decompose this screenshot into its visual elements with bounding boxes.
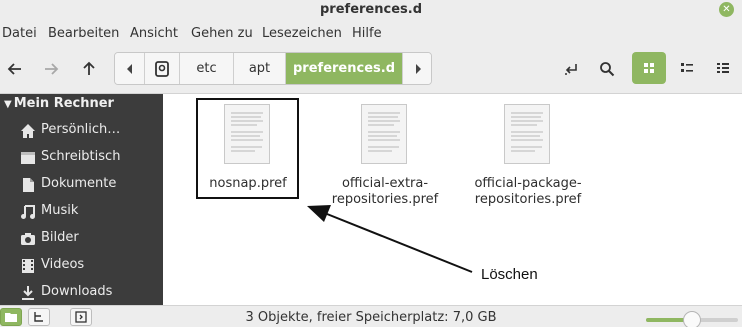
- status-bar: 3 Objekte, freier Speicherplatz: 7,0 GB: [0, 305, 742, 327]
- zoom-slider-handle[interactable]: [683, 311, 701, 327]
- status-text: 3 Objekte, freier Speicherplatz: 7,0 GB: [245, 310, 497, 325]
- annotation-arrow: [307, 205, 473, 273]
- annotation-label: Löschen: [481, 266, 538, 283]
